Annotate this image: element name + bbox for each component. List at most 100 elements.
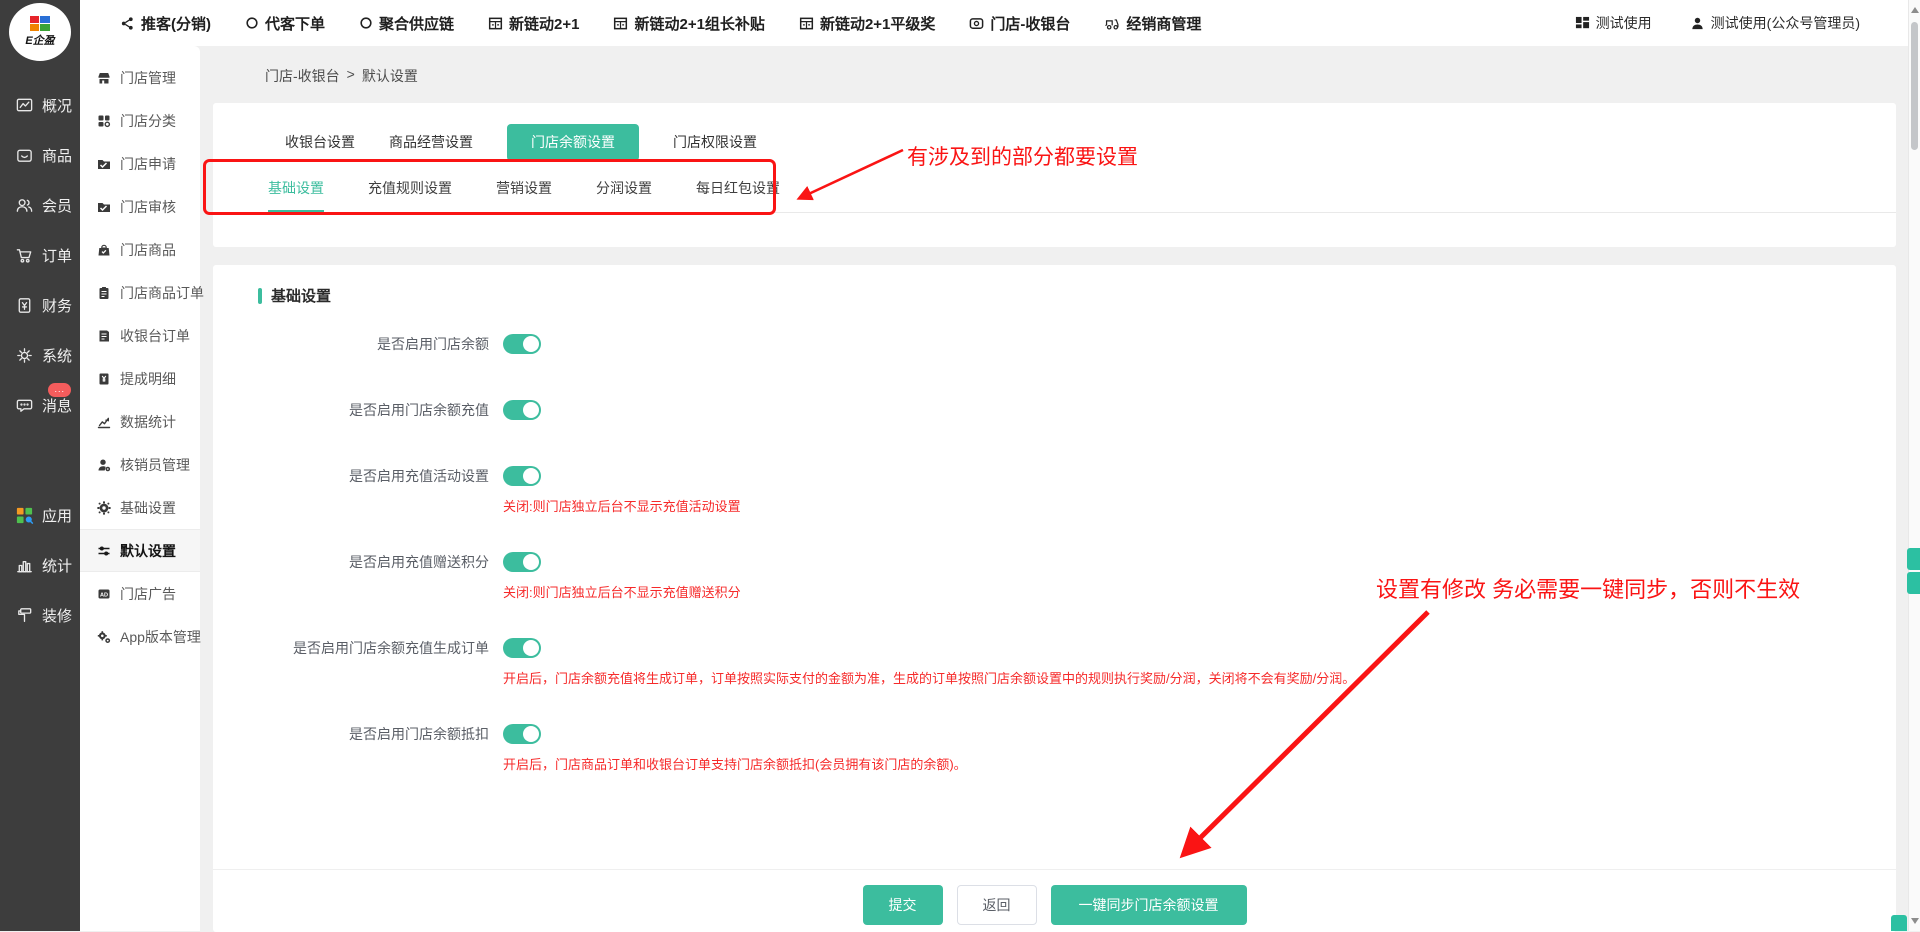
form-row: 是否启用门店余额 <box>213 334 1896 354</box>
toggle-enable-store-balance[interactable] <box>503 334 541 354</box>
topnav-item-store-cashier[interactable]: 门店-收银台 <box>969 13 1070 34</box>
main-content: 门店-收银台 > 默认设置 收银台设置 商品经营设置 门店余额设置 门店权限设置… <box>200 46 1908 931</box>
topnav-item-supply-chain[interactable]: 聚合供应链 <box>359 13 454 34</box>
submenu-item-store-audit[interactable]: 门店审核 <box>80 185 200 228</box>
tab-goods-operation-settings[interactable]: 商品经营设置 <box>389 124 473 161</box>
row-note: 关闭:则门店独立后台不显示充值活动设置 <box>503 498 741 516</box>
breadcrumb-parent[interactable]: 门店-收银台 <box>265 66 340 103</box>
sliders-icon <box>97 544 111 558</box>
sidebar-item-system[interactable]: 系统 <box>0 330 80 380</box>
topnav-item-chain-21-peer[interactable]: 新链动2+1平级奖 <box>799 13 935 34</box>
tab-store-permission-settings[interactable]: 门店权限设置 <box>673 124 757 161</box>
toggle-enable-balance-recharge[interactable] <box>503 400 541 420</box>
sidebar-item-label: 系统 <box>42 345 72 366</box>
floating-widget-button[interactable] <box>1907 548 1920 570</box>
sidebar-item-finance[interactable]: 财务 <box>0 280 80 330</box>
row-note: 开启后，门店余额充值将生成订单，订单按照实际支付的金额为准，生成的订单按照门店余… <box>503 670 1355 688</box>
row-label: 是否启用门店余额 <box>213 334 503 354</box>
circle-icon <box>245 16 259 30</box>
scrollbar-down-arrow[interactable] <box>1911 918 1919 924</box>
scrollbar-thumb[interactable] <box>1911 22 1918 150</box>
sidebar-item-stats[interactable]: 统计 <box>0 540 80 590</box>
subtabs-row: 基础设置 充值规则设置 营销设置 分润设置 每日红包设置 <box>213 178 1896 213</box>
sidebar-item-decorate[interactable]: 装修 <box>0 590 80 640</box>
user-icon <box>1690 16 1705 31</box>
sidebar-item-label: 应用 <box>42 505 72 526</box>
toggle-enable-recharge-activity[interactable] <box>503 466 541 486</box>
submenu-label: 核销员管理 <box>120 455 190 475</box>
submenu-item-app-version[interactable]: App版本管理 <box>80 615 200 658</box>
form-footer: 提交 返回 一键同步门店余额设置 <box>213 869 1896 932</box>
submenu-item-default-settings[interactable]: 默认设置 <box>80 529 200 572</box>
topnav-label: 门店-收银台 <box>990 13 1070 34</box>
sidebar-item-apps[interactable]: 应用 <box>0 490 80 540</box>
cashier-icon <box>969 16 984 31</box>
topnav-item-proxy-order[interactable]: 代客下单 <box>245 13 325 34</box>
share-icon <box>120 16 135 31</box>
subtab-marketing[interactable]: 营销设置 <box>496 178 552 212</box>
topbar-user-account[interactable]: 测试使用(公众号管理员) <box>1690 13 1860 33</box>
sidebar-item-messages[interactable]: 消息 ... <box>0 380 80 430</box>
submenu-item-cashier-orders[interactable]: 收银台订单 <box>80 314 200 357</box>
topnav-label: 聚合供应链 <box>379 13 454 34</box>
tab-store-balance-settings[interactable]: 门店余额设置 <box>507 124 639 161</box>
submit-button[interactable]: 提交 <box>863 885 943 925</box>
submenu-item-store-mgmt[interactable]: 门店管理 <box>80 56 200 99</box>
receipt-icon <box>97 329 111 343</box>
subtab-recharge-rules[interactable]: 充值规则设置 <box>368 178 452 212</box>
form-row: 是否启用门店余额抵扣 开启后，门店商品订单和收银台订单支持门店余额抵扣(会员拥有… <box>213 724 1896 774</box>
form-row: 是否启用门店余额充值生成订单 开启后，门店余额充值将生成订单，订单按照实际支付的… <box>213 638 1896 688</box>
category-grid-icon <box>97 114 111 128</box>
sidebar-item-goods[interactable]: 商品 <box>0 130 80 180</box>
submenu-item-data-stats[interactable]: 数据统计 <box>80 400 200 443</box>
subtab-profit-sharing[interactable]: 分润设置 <box>596 178 652 212</box>
section-title-text: 基础设置 <box>271 285 331 306</box>
title-accent-bar <box>258 288 262 304</box>
submenu-label: 门店申请 <box>120 154 176 174</box>
submenu-item-verifier-mgmt[interactable]: 核销员管理 <box>80 443 200 486</box>
annotation-text-subtabs: 有涉及到的部分都要设置 <box>907 141 1138 171</box>
submenu-label: App版本管理 <box>120 627 201 647</box>
subtab-basic-settings[interactable]: 基础设置 <box>268 178 324 212</box>
topnav-item-dealer-mgmt[interactable]: 经销商管理 <box>1104 13 1201 34</box>
topbar-account-label: 测试使用(公众号管理员) <box>1711 13 1860 33</box>
sidebar-item-orders[interactable]: 订单 <box>0 230 80 280</box>
toggle-enable-balance-deduction[interactable] <box>503 724 541 744</box>
submenu-item-store-ads[interactable]: AD 门店广告 <box>80 572 200 615</box>
sidebar-item-overview[interactable]: 概况 <box>0 80 80 130</box>
sidebar-item-members[interactable]: 会员 <box>0 180 80 230</box>
submenu-label: 门店商品订单 <box>120 283 204 303</box>
submenu-label: 基础设置 <box>120 498 176 518</box>
breadcrumb: 门店-收银台 > 默认设置 <box>200 46 1908 103</box>
toggle-enable-recharge-points[interactable] <box>503 552 541 572</box>
system-gear-icon <box>15 346 34 365</box>
submenu-item-store-goods[interactable]: 门店商品 <box>80 228 200 271</box>
back-button[interactable]: 返回 <box>957 885 1037 925</box>
scrollbar-up-arrow[interactable] <box>1911 7 1919 13</box>
breadcrumb-separator: > <box>347 66 355 103</box>
submenu-label: 门店广告 <box>120 584 176 604</box>
topnav-label: 新链动2+1平级奖 <box>820 13 935 34</box>
topnav: 推客(分销) 代客下单 聚合供应链 新链动2+1 新链动2+1组长补贴 新链动2… <box>120 13 1201 34</box>
person-gear-icon <box>97 458 111 472</box>
floating-corner-widget[interactable] <box>1891 915 1907 931</box>
topnav-item-distribution[interactable]: 推客(分销) <box>120 13 211 34</box>
finance-icon <box>15 296 34 315</box>
topbar-test-account[interactable]: 测试使用 <box>1575 13 1652 33</box>
topnav-label: 推客(分销) <box>141 13 211 34</box>
tab-cashier-settings[interactable]: 收银台设置 <box>285 124 355 161</box>
topnav-item-chain-21[interactable]: 新链动2+1 <box>488 13 579 34</box>
submenu-item-store-category[interactable]: 门店分类 <box>80 99 200 142</box>
row-label: 是否启用充值赠送积分 <box>213 552 503 602</box>
sidebar-item-label: 会员 <box>42 195 72 216</box>
topbar-account-label: 测试使用 <box>1596 13 1652 33</box>
toggle-enable-recharge-order[interactable] <box>503 638 541 658</box>
submenu-item-store-goods-orders[interactable]: 门店商品订单 <box>80 271 200 314</box>
topnav-item-chain-21-leader[interactable]: 新链动2+1组长补贴 <box>613 13 764 34</box>
sync-store-balance-button[interactable]: 一键同步门店余额设置 <box>1051 885 1247 925</box>
subtab-daily-redpacket[interactable]: 每日红包设置 <box>696 178 780 212</box>
floating-widget-button[interactable] <box>1907 572 1920 594</box>
submenu-item-store-apply[interactable]: 门店申请 <box>80 142 200 185</box>
submenu-item-commission[interactable]: 提成明细 <box>80 357 200 400</box>
submenu-item-basic-settings[interactable]: 基础设置 <box>80 486 200 529</box>
